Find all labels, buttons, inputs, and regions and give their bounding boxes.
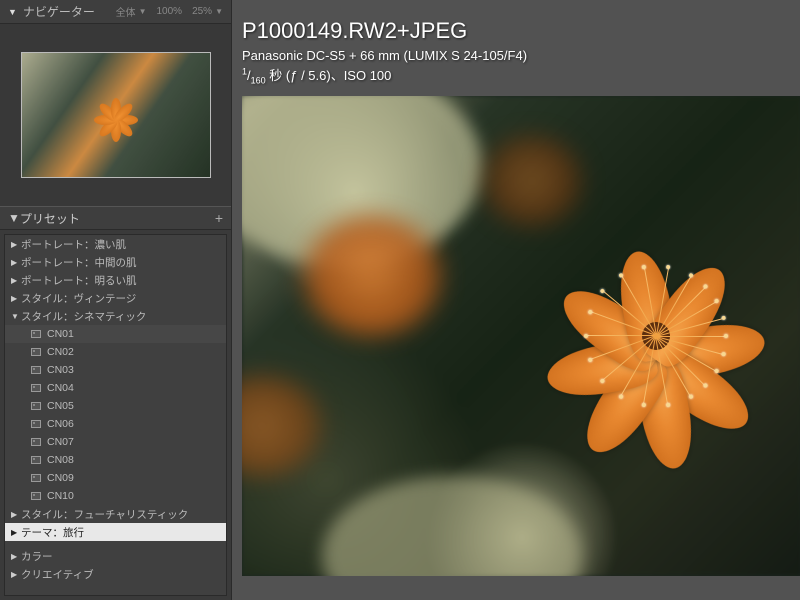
navigator-zoom-dropdown[interactable]: 25% ▼ [192, 6, 223, 17]
navigator-thumbnail-area [0, 24, 231, 206]
preset-group[interactable]: カラー [5, 547, 226, 565]
navigator-view-mode-dropdown[interactable]: 全体 ▼ [116, 4, 147, 19]
camera-meta-label: Panasonic DC-S5 + 66 mm (LUMIX S 24-105/… [242, 48, 800, 63]
add-preset-button[interactable]: + [215, 210, 223, 226]
exposure-meta-label: 1/160 秒 (ƒ / 5.6)、ISO 100 [242, 65, 800, 86]
preset-group[interactable]: スタイル：ヴィンテージ [5, 289, 226, 307]
preset-group-cinematic[interactable]: スタイル：シネマティック [5, 307, 226, 325]
preset-item[interactable]: CN05 [5, 397, 226, 415]
preset-group[interactable]: スタイル：フューチャリスティック [5, 505, 226, 523]
chevron-down-icon: ▼ [139, 7, 147, 16]
blurred-flower [302, 216, 442, 336]
preset-item[interactable]: CN03 [5, 361, 226, 379]
preset-icon [31, 384, 41, 392]
preset-item[interactable]: CN08 [5, 451, 226, 469]
thumbnail-flower-icon [86, 85, 146, 145]
navigator-title: ナビゲーター [23, 3, 95, 20]
left-sidebar: ▼ ナビゲーター 全体 ▼ 100% 25% ▼ [0, 0, 232, 600]
preset-item[interactable]: CN04 [5, 379, 226, 397]
main-preview-area: P1000149.RW2+JPEG Panasonic DC-S5 + 66 m… [232, 0, 800, 600]
preset-item[interactable]: CN10 [5, 487, 226, 505]
preset-item[interactable]: CN07 [5, 433, 226, 451]
presets-panel-header[interactable]: ▼ プリセット + [0, 206, 231, 230]
presets-list: ポートレート：濃い肌 ポートレート：中間の肌 ポートレート：明るい肌 スタイル：… [4, 234, 227, 596]
preset-icon [31, 474, 41, 482]
navigator-thumbnail[interactable] [21, 52, 211, 178]
navigator-view-controls: 全体 ▼ 100% 25% ▼ [116, 4, 223, 19]
preset-icon [31, 330, 41, 338]
preset-item[interactable]: CN01 [5, 325, 226, 343]
main-flower [526, 206, 786, 466]
image-preview[interactable] [242, 96, 800, 576]
preset-icon [31, 438, 41, 446]
preset-icon [31, 492, 41, 500]
navigator-panel-header[interactable]: ▼ ナビゲーター 全体 ▼ 100% 25% ▼ [0, 0, 231, 24]
preset-group[interactable]: ポートレート：明るい肌 [5, 271, 226, 289]
chevron-down-icon: ▼ [215, 7, 223, 16]
preset-group-travel[interactable]: テーマ：旅行 [5, 523, 226, 541]
preset-item[interactable]: CN09 [5, 469, 226, 487]
disclosure-triangle-icon: ▼ [8, 7, 17, 17]
filename-label: P1000149.RW2+JPEG [242, 18, 800, 44]
preset-group[interactable]: ポートレート：中間の肌 [5, 253, 226, 271]
presets-title: プリセット [20, 210, 80, 227]
navigator-zoom-100[interactable]: 100% [156, 6, 182, 17]
disclosure-triangle-icon: ▼ [8, 211, 20, 225]
preset-item[interactable]: CN06 [5, 415, 226, 433]
preset-icon [31, 420, 41, 428]
preset-icon [31, 456, 41, 464]
preset-icon [31, 348, 41, 356]
preset-item[interactable]: CN02 [5, 343, 226, 361]
preset-icon [31, 366, 41, 374]
preset-group[interactable]: ポートレート：濃い肌 [5, 235, 226, 253]
preset-icon [31, 402, 41, 410]
preset-group[interactable]: クリエイティブ [5, 565, 226, 583]
